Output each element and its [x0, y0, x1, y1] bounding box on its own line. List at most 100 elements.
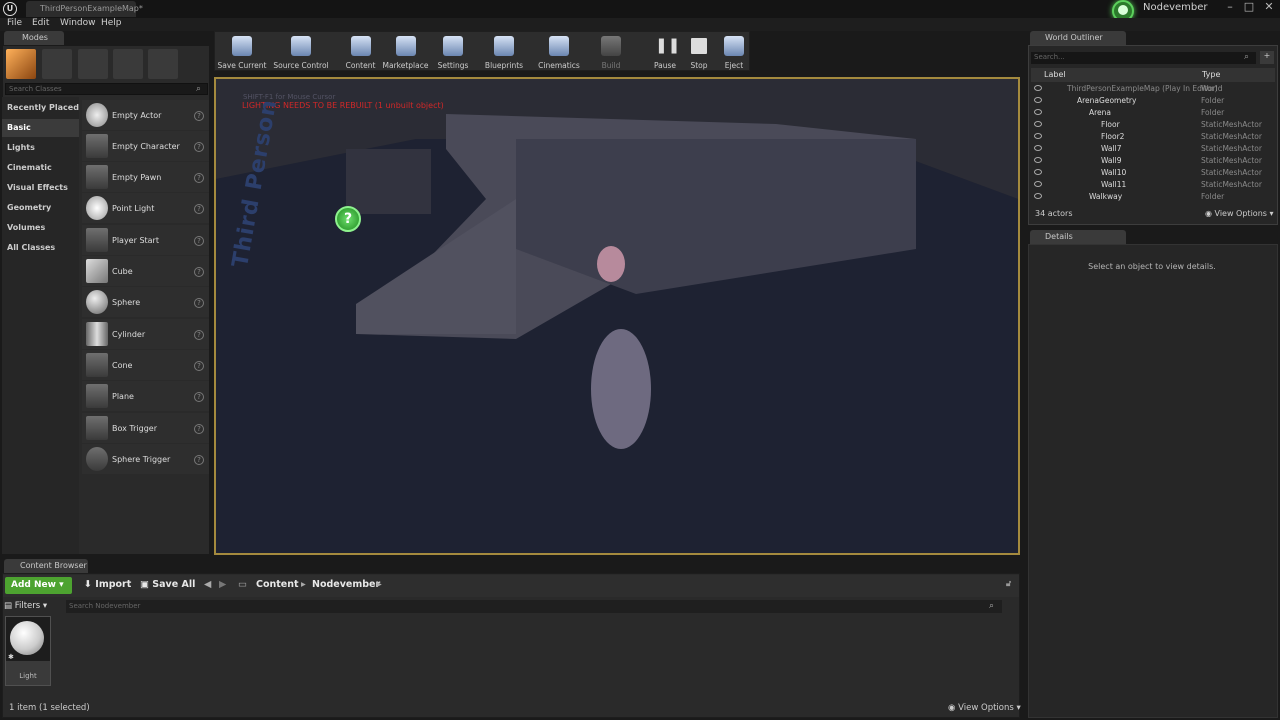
category-geometry[interactable]: Geometry	[2, 199, 79, 217]
build-button[interactable]: Build	[596, 33, 626, 71]
visibility-eye-icon[interactable]	[1034, 157, 1042, 163]
content-view-options-button[interactable]: ◉ View Options ▾	[948, 703, 1021, 713]
outliner-row[interactable]: Wall9 StaticMeshActor	[1031, 155, 1274, 167]
minimize-icon[interactable]: –	[1222, 0, 1238, 14]
source-control-icon	[291, 36, 311, 56]
marketplace-button[interactable]: Marketplace	[382, 33, 429, 71]
visibility-eye-icon[interactable]	[1034, 133, 1042, 139]
import-button[interactable]: ⬇ Import	[84, 579, 131, 590]
help-icon[interactable]: ?	[194, 455, 204, 465]
pause-button[interactable]: ❚❚ Pause	[650, 33, 680, 71]
cinematics-button[interactable]: Cinematics	[535, 33, 583, 71]
level-viewport[interactable]	[216, 79, 1018, 553]
stop-button[interactable]: Stop	[684, 33, 714, 71]
outliner-add-icon[interactable]: +	[1260, 51, 1274, 64]
outliner-row[interactable]: Wall10 StaticMeshActor	[1031, 167, 1274, 179]
menu-help[interactable]: Help	[101, 18, 122, 28]
outliner-row[interactable]: ArenaGeometry Folder	[1031, 95, 1274, 107]
content-button[interactable]: Content	[343, 33, 378, 71]
eject-button[interactable]: Eject	[719, 33, 749, 71]
help-icon[interactable]: ?	[194, 424, 204, 434]
lock-icon[interactable]: 🔓︎	[1006, 579, 1011, 589]
help-icon[interactable]: ?	[194, 298, 204, 308]
eye-icon: ◉	[948, 703, 959, 713]
foliage-mode-icon[interactable]	[113, 49, 143, 79]
place-item-label: Cone	[112, 361, 133, 370]
visibility-eye-icon[interactable]	[1034, 181, 1042, 187]
back-arrow-icon[interactable]: ◀	[204, 579, 211, 590]
category-all-classes[interactable]: All Classes	[2, 239, 79, 257]
category-basic[interactable]: Basic	[2, 119, 79, 137]
visibility-eye-icon[interactable]	[1034, 121, 1042, 127]
outliner-row-label: Walkway	[1089, 192, 1123, 201]
search-classes-input[interactable]: Search Classes	[5, 83, 208, 95]
blueprints-icon	[494, 36, 514, 56]
help-icon[interactable]: ?	[194, 111, 204, 121]
outliner-row[interactable]: Floor StaticMeshActor	[1031, 119, 1274, 131]
paint-mode-icon[interactable]	[42, 49, 72, 79]
details-tab[interactable]: Details	[1030, 230, 1126, 244]
place-mode-icon[interactable]	[6, 49, 36, 79]
outliner-row[interactable]: Floor2 StaticMeshActor	[1031, 131, 1274, 143]
help-icon[interactable]: ?	[194, 173, 204, 183]
help-icon[interactable]: ?	[194, 236, 204, 246]
outliner-row-type: Folder	[1201, 96, 1225, 105]
breadcrumb-content[interactable]: Content	[256, 579, 299, 590]
asset-label: Light	[19, 672, 37, 680]
eject-icon	[724, 36, 744, 56]
outliner-search-input[interactable]: Search...	[1031, 52, 1256, 64]
landscape-mode-icon[interactable]	[78, 49, 108, 79]
menu-edit[interactable]: Edit	[32, 18, 49, 28]
category-lights[interactable]: Lights	[2, 139, 79, 157]
modes-tab[interactable]: Modes	[4, 31, 64, 45]
world-outliner-tab[interactable]: World Outliner	[1030, 31, 1126, 45]
save-current-button[interactable]: Save Current	[216, 33, 268, 71]
folder-icon[interactable]: ▭	[238, 579, 247, 590]
outliner-col-type[interactable]: Type	[1202, 70, 1220, 79]
visibility-eye-icon[interactable]	[1034, 85, 1042, 91]
help-icon[interactable]: ?	[194, 392, 204, 402]
category-recently-placed[interactable]: Recently Placed	[2, 99, 79, 117]
category-visual-effects[interactable]: Visual Effects	[2, 179, 79, 197]
visibility-eye-icon[interactable]	[1034, 145, 1042, 151]
outliner-row[interactable]: ThirdPersonExampleMap (Play In Editor) Wo…	[1031, 83, 1274, 95]
filters-button[interactable]: ▤ Filters ▾	[4, 601, 47, 611]
save-all-button[interactable]: ▣ Save All	[140, 579, 195, 590]
help-icon[interactable]: ?	[194, 361, 204, 371]
outliner-row[interactable]: Wall7 StaticMeshActor	[1031, 143, 1274, 155]
outliner-row-type: StaticMeshActor	[1201, 156, 1262, 165]
content-search-input[interactable]: Search Nodevember	[66, 600, 1002, 613]
help-icon[interactable]: ?	[194, 330, 204, 340]
help-icon[interactable]: ?	[194, 267, 204, 277]
menu-window[interactable]: Window	[60, 18, 96, 28]
blueprints-button[interactable]: Blueprints	[483, 33, 525, 71]
visibility-eye-icon[interactable]	[1034, 109, 1042, 115]
outliner-row[interactable]: Arena Folder	[1031, 107, 1274, 119]
outliner-row[interactable]: Wall11 StaticMeshActor	[1031, 179, 1274, 191]
outliner-col-label[interactable]: Label	[1044, 70, 1066, 79]
outliner-view-options-button[interactable]: ◉ View Options ▾	[1205, 209, 1274, 218]
content-browser-tab[interactable]: Content Browser	[4, 559, 88, 573]
maximize-icon[interactable]: □	[1241, 0, 1257, 14]
add-new-button[interactable]: Add New ▾	[5, 577, 72, 594]
category-cinematic[interactable]: Cinematic	[2, 159, 79, 177]
help-icon[interactable]: ?	[194, 142, 204, 152]
help-icon[interactable]: ?	[194, 204, 204, 214]
category-volumes[interactable]: Volumes	[2, 219, 79, 237]
visibility-eye-icon[interactable]	[1034, 97, 1042, 103]
place-item-label: Empty Actor	[112, 111, 162, 120]
settings-button[interactable]: Settings	[435, 33, 471, 71]
breadcrumb-nodevember[interactable]: Nodevember	[312, 579, 380, 590]
close-icon[interactable]: ✕	[1261, 0, 1277, 14]
modes-tab-label: Modes	[22, 33, 48, 42]
forward-arrow-icon[interactable]: ▶	[219, 579, 226, 590]
sphere-icon	[86, 290, 108, 314]
source-control-button[interactable]: Source Control	[272, 33, 330, 71]
menu-file[interactable]: File	[7, 18, 22, 28]
import-label: Import	[95, 579, 132, 590]
visibility-eye-icon[interactable]	[1034, 193, 1042, 199]
document-tab[interactable]: ThirdPersonExampleMap*	[26, 1, 143, 17]
visibility-eye-icon[interactable]	[1034, 169, 1042, 175]
geometry-mode-icon[interactable]	[148, 49, 178, 79]
outliner-row[interactable]: Walkway Folder	[1031, 191, 1274, 203]
